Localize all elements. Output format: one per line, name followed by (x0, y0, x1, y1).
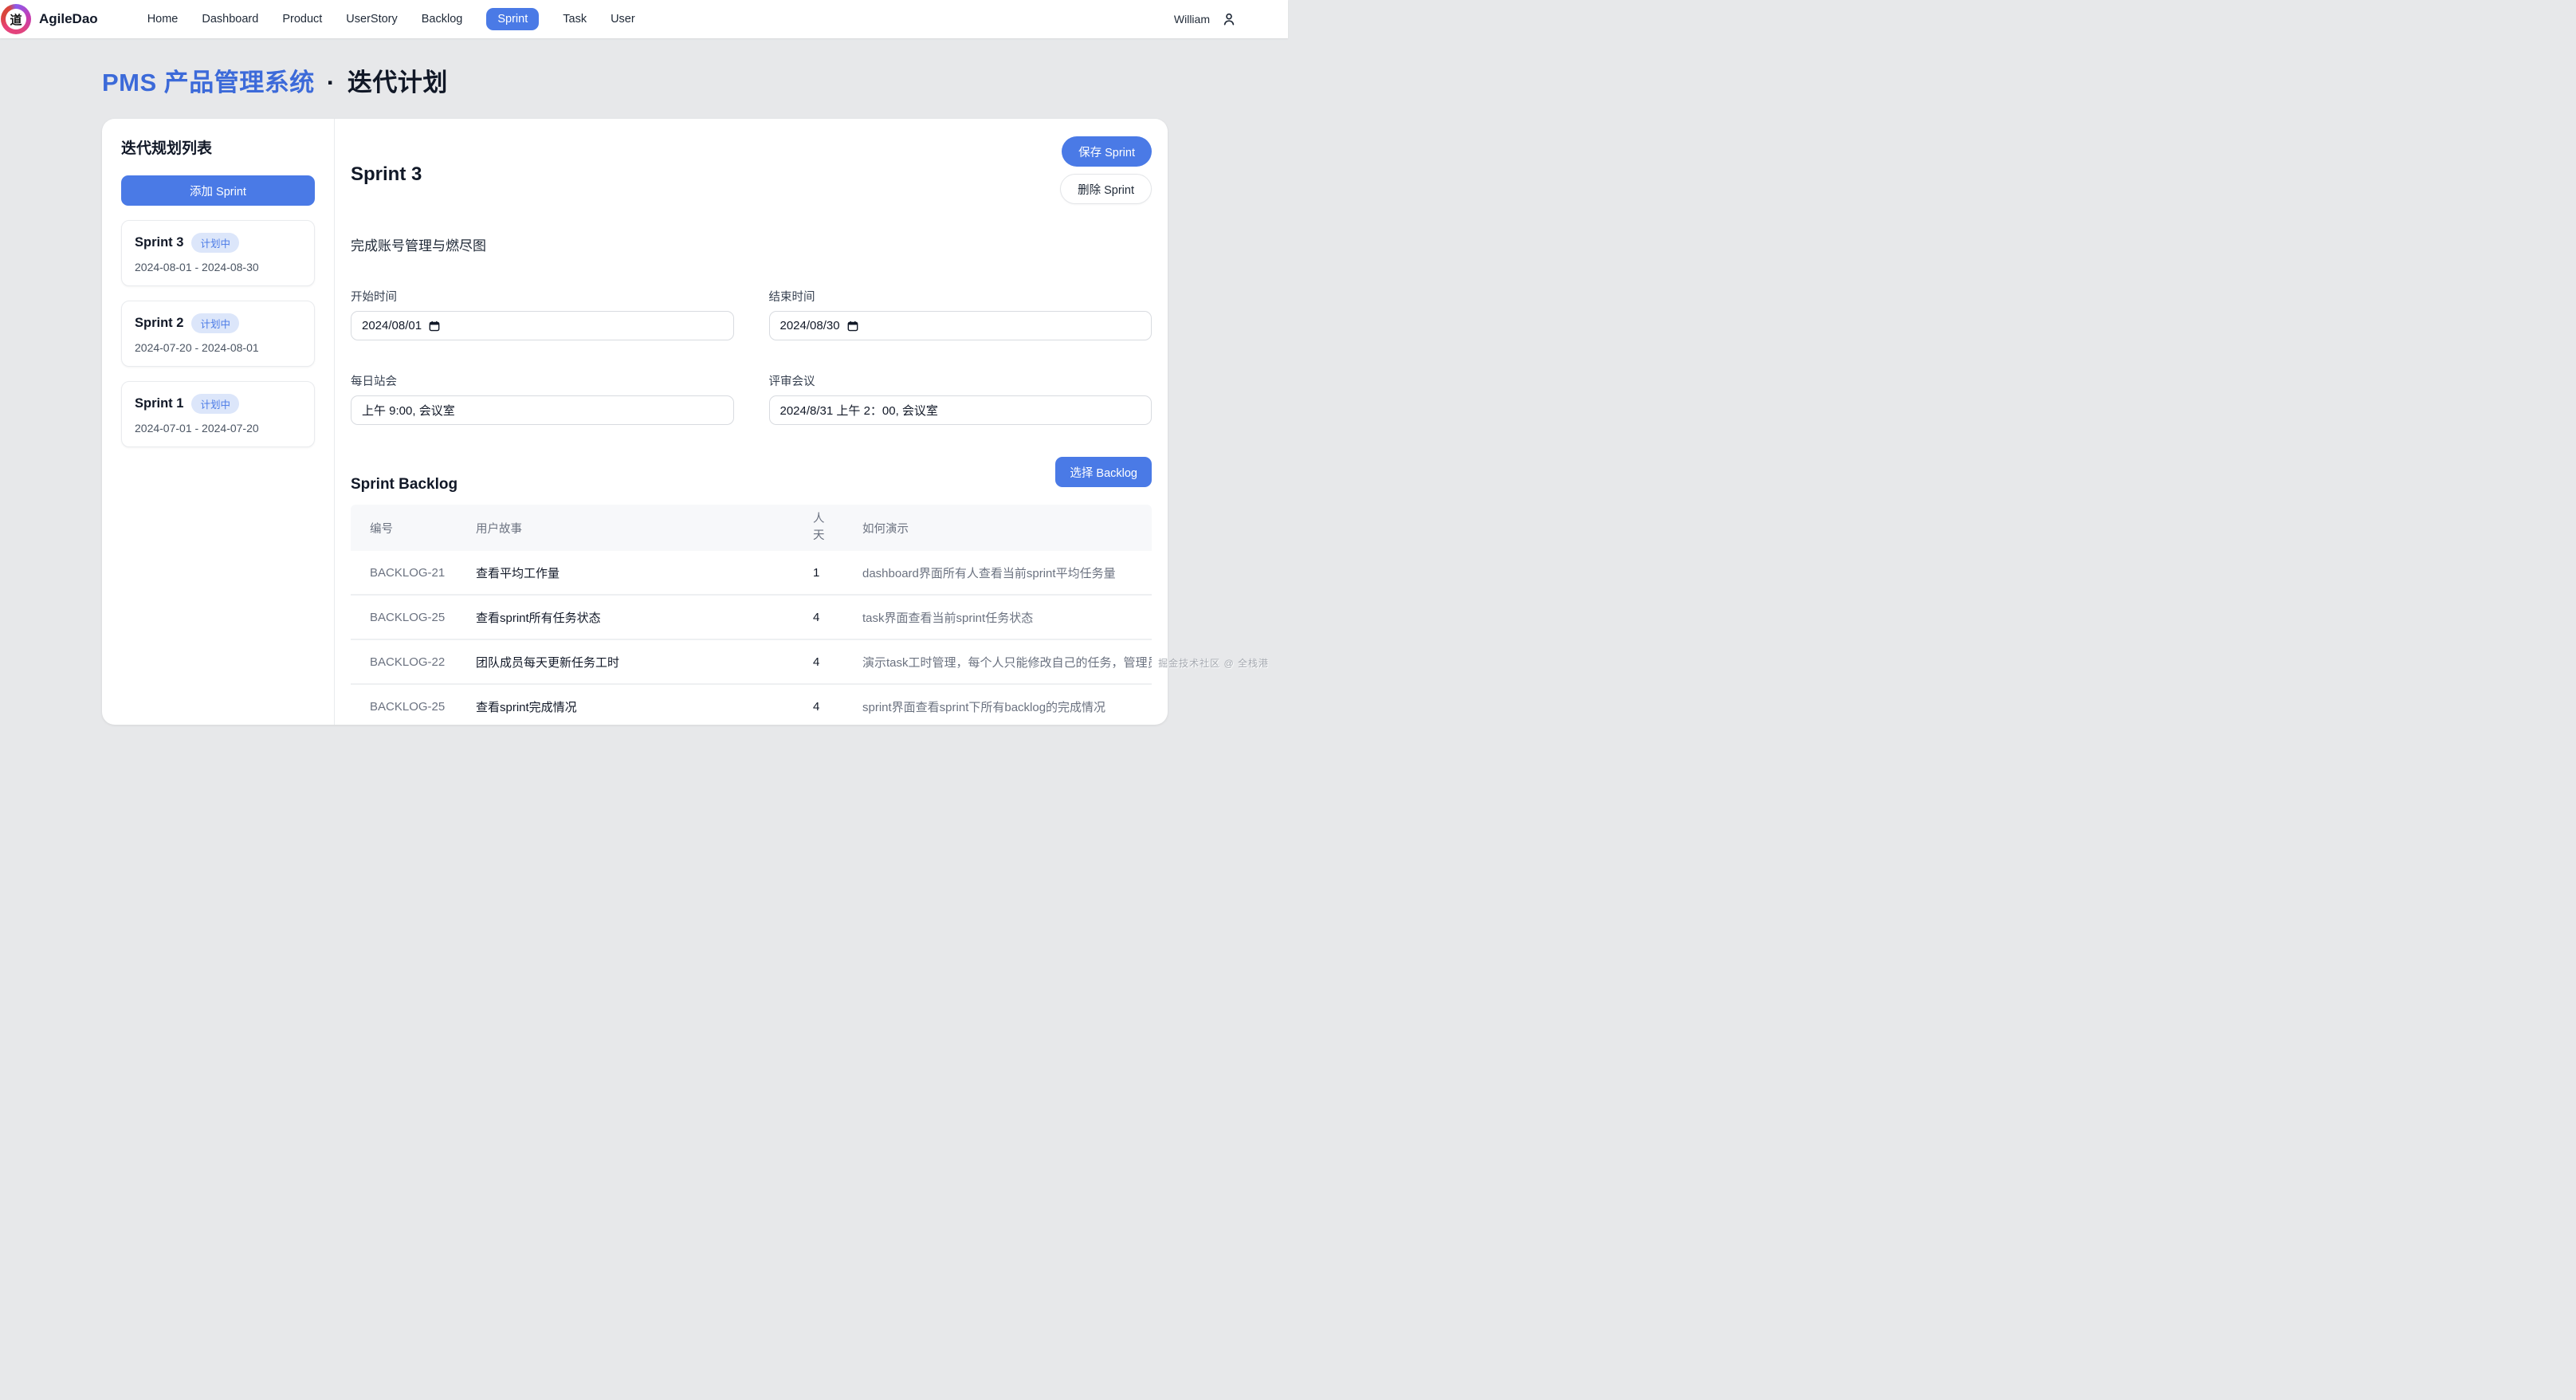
cell-demo-description: task界面查看当前sprint任务状态 (862, 609, 1152, 626)
form-field-3: 每日站会上午 9:00, 会议室 (351, 372, 734, 425)
field-value: 2024/08/30 (780, 319, 840, 332)
field-label: 评审会议 (769, 372, 1153, 389)
sprint-card-dates: 2024-08-01 - 2024-08-30 (135, 261, 301, 273)
nav-item-user[interactable]: User (611, 13, 635, 26)
cell-backlog-id: BACKLOG-25 (370, 611, 476, 624)
page-title-section: 迭代计划 (348, 69, 448, 96)
field-label: 开始时间 (351, 288, 734, 305)
backlog-heading: Sprint Backlog (351, 476, 457, 494)
sprint-list: Sprint 3计划中2024-08-01 - 2024-08-30Sprint… (121, 220, 315, 447)
table-row[interactable]: BACKLOG-22团队成员每天更新任务工时4演示task工时管理，每个人只能修… (351, 640, 1152, 685)
cell-user-story: 查看sprint完成情况 (476, 698, 813, 715)
page-title-brand: PMS 产品管理系统 (102, 69, 315, 96)
calendar-icon[interactable] (847, 321, 858, 332)
cell-user-story: 查看sprint所有任务状态 (476, 609, 813, 626)
backlog-header: Sprint Backlog 选择 Backlog (351, 457, 1152, 494)
nav-links: Home Dashboard Product UserStory Backlog Spri… (147, 8, 635, 30)
nav-right: William (1174, 11, 1237, 27)
sprint-status-badge: 计划中 (191, 394, 239, 414)
navbar: 道 AgileDao Home Dashboard Product UserStory… (0, 0, 1288, 38)
form-field-4: 评审会议 2024/8/31 上午 2：00, 会议室 (769, 372, 1153, 425)
sprint-form: 开始时间 2024/08/01 结束时间 2024/08/30 每日站会上午 9:00,… (351, 288, 1152, 425)
logo-glyph: 道 (6, 9, 26, 29)
nav-item-home[interactable]: Home (147, 13, 179, 26)
table-row[interactable]: BACKLOG-25查看sprint完成情况4sprint界面查看sprint下… (351, 685, 1152, 725)
cell-demo-description: 演示task工时管理，每个人只能修改自己的任务，管理员可以修改全部任务 (862, 654, 1152, 671)
cell-user-story: 查看平均工作量 (476, 564, 813, 581)
field-input[interactable]: 2024/08/01 (351, 311, 734, 340)
page-title: PMS 产品管理系统 · 迭代计划 (102, 62, 1168, 98)
backlog-table: 编号用户故事人天 如何演示 BACKLOG-21查看平均工作量1dashboard界… (351, 505, 1152, 725)
column-header-2: 用户故事 (476, 520, 813, 537)
field-value: 2024/8/31 上午 2：00, 会议室 (780, 402, 938, 419)
column-header-4: 如何演示 (862, 520, 1152, 537)
form-field-2: 结束时间 2024/08/30 (769, 288, 1153, 340)
sprint-list-item-2[interactable]: Sprint 2 计划中 2024-07-20 - 2024-08-01 (121, 301, 315, 367)
sprint-card-titlerow: Sprint 3 计划中 (135, 233, 301, 253)
sidebar-heading: 迭代规划列表 (121, 136, 315, 158)
table-row[interactable]: BACKLOG-21查看平均工作量1dashboard界面所有人查看当前spri… (351, 551, 1152, 596)
sprint-status-badge: 计划中 (191, 233, 239, 253)
sprint-card-dates: 2024-07-20 - 2024-08-01 (135, 341, 301, 354)
sprint-actions: 保存 Sprint 删除 Sprint (1060, 136, 1152, 204)
column-header-1: 编号 (370, 520, 476, 537)
nav-item-product[interactable]: Product (282, 13, 322, 26)
nav-item-dashboard[interactable]: Dashboard (202, 13, 258, 26)
cell-demo-description: sprint界面查看sprint下所有backlog的完成情况 (862, 698, 1152, 715)
sprint-detail-title: Sprint 3 (351, 163, 422, 186)
nav-item-task[interactable]: Task (563, 13, 587, 26)
cell-person-days: 4 (813, 655, 862, 669)
field-label: 每日站会 (351, 372, 734, 389)
sprint-detail-pane: Sprint 3 保存 Sprint 删除 Sprint 完成账号管理与燃尽图 … (335, 119, 1168, 725)
select-backlog-button[interactable]: 选择 Backlog (1055, 457, 1152, 487)
sprint-goal: 完成账号管理与燃尽图 (351, 234, 1152, 254)
form-field-1: 开始时间 2024/08/01 (351, 288, 734, 340)
username: William (1174, 13, 1210, 26)
app-logo-icon: 道 (1, 4, 31, 34)
column-header-days-label: 人天 (813, 511, 826, 545)
cell-person-days: 4 (813, 700, 862, 714)
sprint-card-dates: 2024-07-01 - 2024-07-20 (135, 422, 301, 435)
page-title-separator: · (327, 69, 336, 96)
cell-backlog-id: BACKLOG-25 (370, 700, 476, 714)
sprint-card-titlerow: Sprint 2 计划中 (135, 313, 301, 333)
sprint-card-titlerow: Sprint 1 计划中 (135, 394, 301, 414)
field-input[interactable]: 2024/8/31 上午 2：00, 会议室 (769, 395, 1153, 425)
save-sprint-button[interactable]: 保存 Sprint (1062, 136, 1152, 167)
user-profile-icon[interactable] (1221, 11, 1237, 27)
sprint-list-item-1[interactable]: Sprint 3 计划中 2024-08-01 - 2024-08-30 (121, 220, 315, 286)
nav-item-userstory[interactable]: UserStory (346, 13, 397, 26)
field-value: 上午 9:00, 会议室 (362, 402, 455, 419)
sprint-list-sidebar: 迭代规划列表 添加 Sprint Sprint 3 计划中 2024-08-01 -… (102, 119, 335, 725)
sprint-status-badge: 计划中 (191, 313, 239, 333)
field-input[interactable]: 上午 9:00, 会议室 (351, 395, 734, 425)
delete-sprint-button[interactable]: 删除 Sprint (1060, 174, 1152, 204)
field-label: 结束时间 (769, 288, 1153, 305)
nav-item-sprint[interactable]: Sprint (486, 8, 539, 30)
cell-backlog-id: BACKLOG-21 (370, 566, 476, 580)
table-header-row: 编号用户故事人天 如何演示 (351, 505, 1152, 551)
nav-item-backlog[interactable]: Backlog (422, 13, 463, 26)
cell-person-days: 1 (813, 566, 862, 580)
cell-demo-description: dashboard界面所有人查看当前sprint平均任务量 (862, 564, 1152, 581)
content-card: 迭代规划列表 添加 Sprint Sprint 3 计划中 2024-08-01 -… (102, 119, 1168, 725)
watermark: 掘金技术社区 @ 全栈港 (1158, 656, 1269, 670)
sprint-card-name: Sprint 1 (135, 396, 183, 411)
sprint-list-item-3[interactable]: Sprint 1 计划中 2024-07-01 - 2024-07-20 (121, 381, 315, 447)
cell-backlog-id: BACKLOG-22 (370, 655, 476, 669)
sprint-card-name: Sprint 2 (135, 316, 183, 331)
brand-name: AgileDao (39, 11, 98, 27)
sprint-card-name: Sprint 3 (135, 235, 183, 250)
cell-person-days: 4 (813, 611, 862, 624)
table-row[interactable]: BACKLOG-25查看sprint所有任务状态4task界面查看当前sprin… (351, 596, 1152, 640)
page-heading: PMS 产品管理系统 · 迭代计划 (102, 38, 1168, 119)
sprint-detail-header: Sprint 3 保存 Sprint 删除 Sprint (351, 136, 1152, 204)
add-sprint-button[interactable]: 添加 Sprint (121, 175, 315, 206)
calendar-icon[interactable] (429, 321, 440, 332)
cell-user-story: 团队成员每天更新任务工时 (476, 654, 813, 671)
field-value: 2024/08/01 (362, 319, 422, 332)
column-header-3: 人天 (813, 511, 862, 545)
field-input[interactable]: 2024/08/30 (769, 311, 1153, 340)
